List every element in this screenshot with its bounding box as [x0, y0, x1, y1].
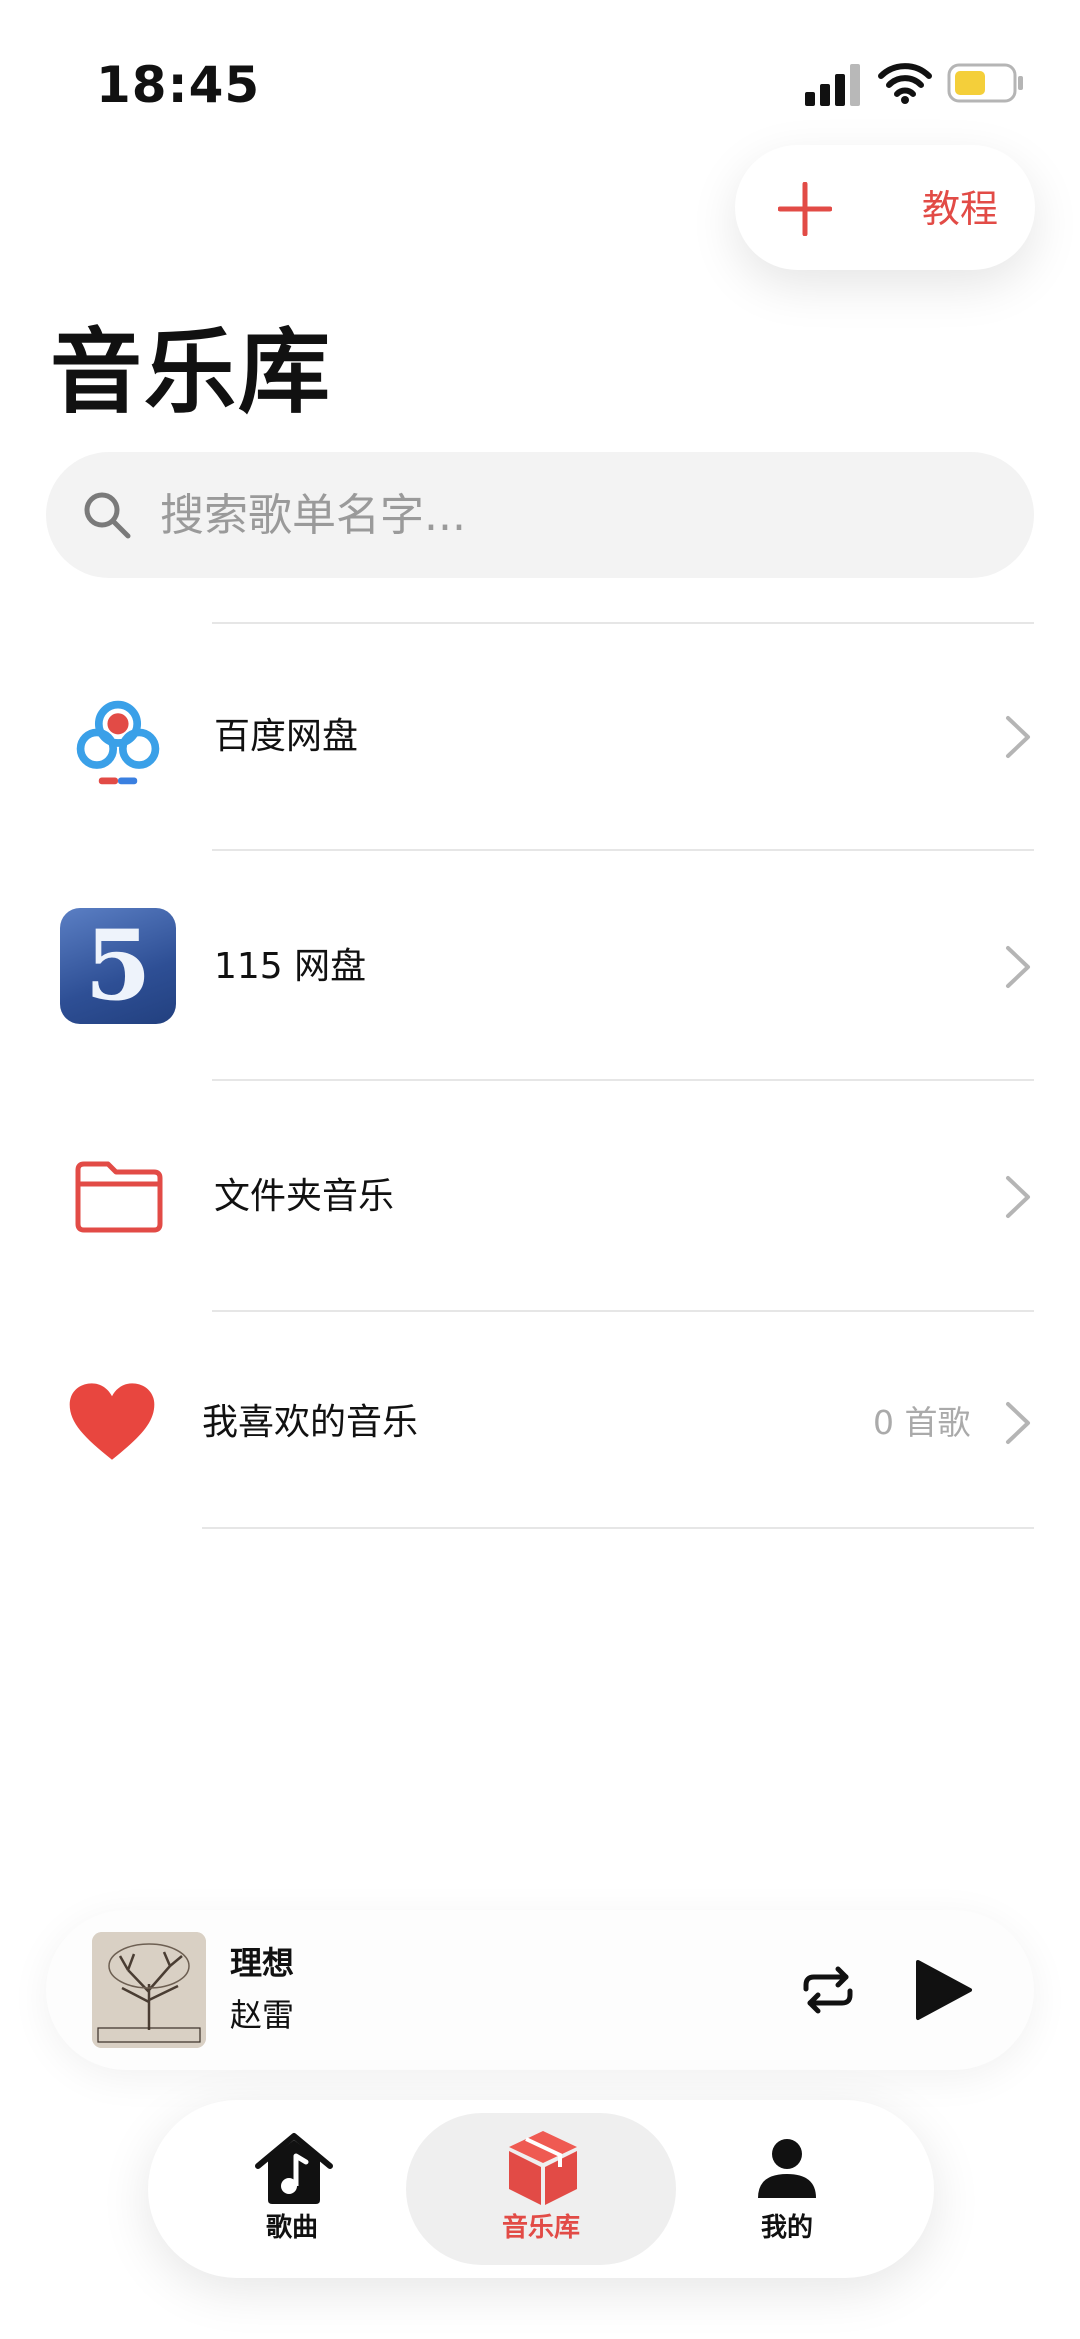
tab-label: 我的	[760, 2213, 813, 2243]
album-cover[interactable]	[92, 1932, 206, 2048]
tutorial-button[interactable]: 教程	[922, 182, 998, 236]
repeat-icon[interactable]	[800, 1965, 856, 2015]
tab-label: 音乐库	[501, 2213, 580, 2243]
add-icon[interactable]	[778, 182, 832, 236]
album-art-image	[92, 1932, 206, 2048]
list-divider	[212, 849, 1034, 851]
list-divider	[212, 1079, 1034, 1081]
list-item-label: 百度网盘	[214, 716, 359, 757]
list-item-label: 我喜欢的音乐	[202, 1402, 419, 1443]
list-divider	[202, 1527, 1034, 1529]
cube-box-icon	[509, 2131, 577, 2205]
tab-songs[interactable]: 歌曲	[212, 2120, 372, 2260]
person-icon	[758, 2139, 816, 2198]
list-item-label: 115 网盘	[214, 946, 367, 987]
home-music-icon	[255, 2133, 333, 2204]
now-playing-title: 理想	[230, 1944, 295, 1982]
tab-label: 歌曲	[265, 2213, 318, 2243]
cellular-signal-icon	[805, 64, 860, 106]
baidu-netdisk-icon	[76, 700, 160, 785]
list-divider	[212, 1310, 1034, 1312]
wifi-icon	[878, 63, 932, 104]
chevron-right-icon	[1006, 1176, 1030, 1218]
tab-library[interactable]: 音乐库	[461, 2120, 621, 2260]
tab-mine[interactable]: 我的	[707, 2120, 867, 2260]
115-netdisk-icon: 5	[60, 908, 176, 1024]
list-divider	[212, 622, 1034, 624]
search-input[interactable]	[160, 480, 960, 550]
heart-icon	[69, 1383, 155, 1460]
battery-icon	[947, 63, 1023, 103]
chevron-right-icon	[1006, 716, 1030, 758]
chevron-right-icon	[1006, 1402, 1030, 1444]
chevron-right-icon	[1006, 946, 1030, 988]
status-time: 18:45	[96, 56, 261, 114]
page-title: 音乐库	[50, 319, 333, 426]
play-icon[interactable]	[912, 1958, 974, 2022]
song-count: 0 首歌	[873, 1403, 971, 1442]
now-playing-artist: 赵雷	[230, 1996, 295, 2034]
search-icon	[84, 492, 131, 539]
folder-icon	[75, 1161, 163, 1233]
list-item-label: 文件夹音乐	[214, 1176, 395, 1217]
